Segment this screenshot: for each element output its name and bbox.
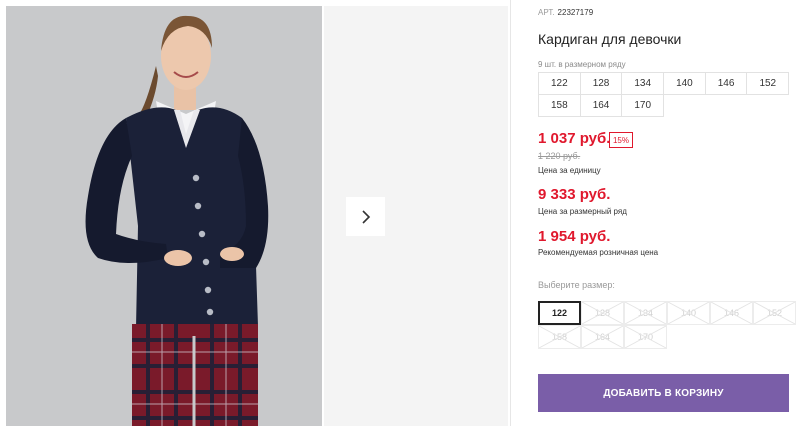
- product-title: Кардиган для девочки: [538, 31, 682, 47]
- size-row-cell: 128: [579, 72, 623, 95]
- size-row-grid-1: 122 128 134 140 146 152: [538, 72, 790, 95]
- size-row-cell: 122: [538, 72, 581, 95]
- retail-price-caption: Рекомендуемая розничная цена: [538, 248, 659, 257]
- old-price: 1 220 руб.: [538, 151, 581, 161]
- discount-badge: 15%: [609, 132, 633, 148]
- size-option-unavailable[interactable]: 164: [581, 325, 624, 349]
- panel-divider: [510, 0, 511, 426]
- chevron-right-icon: [361, 209, 370, 224]
- size-picker-label: Выберите размер:: [538, 280, 615, 290]
- size-row-cell: 152: [746, 72, 790, 95]
- product-gallery: [0, 0, 508, 426]
- size-row-cell: 170: [621, 94, 665, 117]
- size-option-unavailable[interactable]: 158: [538, 325, 581, 349]
- cross-out-icon: [582, 326, 623, 348]
- size-row-count: 9 шт. в размерном ряду: [538, 60, 626, 69]
- cross-out-icon: [711, 302, 752, 324]
- article-value: 22327179: [557, 8, 594, 17]
- girl-in-cardigan-image: [6, 6, 322, 426]
- cross-out-icon: [582, 302, 623, 324]
- size-row-cell: 134: [621, 72, 665, 95]
- size-option-unavailable[interactable]: 134: [624, 301, 667, 325]
- size-row-cell: 146: [704, 72, 748, 95]
- add-to-cart-button[interactable]: ДОБАВИТЬ В КОРЗИНУ: [538, 374, 789, 412]
- row-price-caption: Цена за размерный ряд: [538, 207, 627, 216]
- size-row-cell: 164: [579, 94, 623, 117]
- size-option-unavailable[interactable]: 128: [581, 301, 624, 325]
- cross-out-icon: [625, 326, 666, 348]
- unit-price-caption: Цена за единицу: [538, 166, 601, 175]
- size-option-unavailable[interactable]: 170: [624, 325, 667, 349]
- row-price: 9 333 руб.: [538, 186, 611, 203]
- cross-out-icon: [539, 326, 580, 348]
- size-option-unavailable[interactable]: 140: [667, 301, 710, 325]
- size-option-selected[interactable]: 122: [538, 301, 581, 325]
- unit-price: 1 037 руб.: [538, 130, 611, 147]
- retail-price: 1 954 руб.: [538, 228, 611, 245]
- size-option-unavailable[interactable]: 146: [710, 301, 753, 325]
- size-picker-row-1: 122 128 134 140 146 152: [538, 301, 796, 325]
- article-label: АРТ.: [538, 8, 555, 17]
- cross-out-icon: [625, 302, 666, 324]
- size-row-grid-2: 158 164 170: [538, 94, 665, 117]
- size-row-cell: 140: [663, 72, 706, 95]
- size-option-unavailable[interactable]: 152: [753, 301, 796, 325]
- cross-out-icon: [754, 302, 795, 324]
- gallery-next-button[interactable]: [346, 197, 385, 236]
- product-photo: [6, 6, 322, 426]
- size-picker-row-2: 158 164 170: [538, 325, 667, 349]
- size-option-label: 122: [551, 308, 568, 318]
- article-number: АРТ. 22327179: [538, 8, 593, 17]
- cross-out-icon: [668, 302, 709, 324]
- size-row-cell: 158: [538, 94, 581, 117]
- product-info-panel: АРТ. 22327179 Кардиган для девочки 9 шт. …: [538, 0, 800, 426]
